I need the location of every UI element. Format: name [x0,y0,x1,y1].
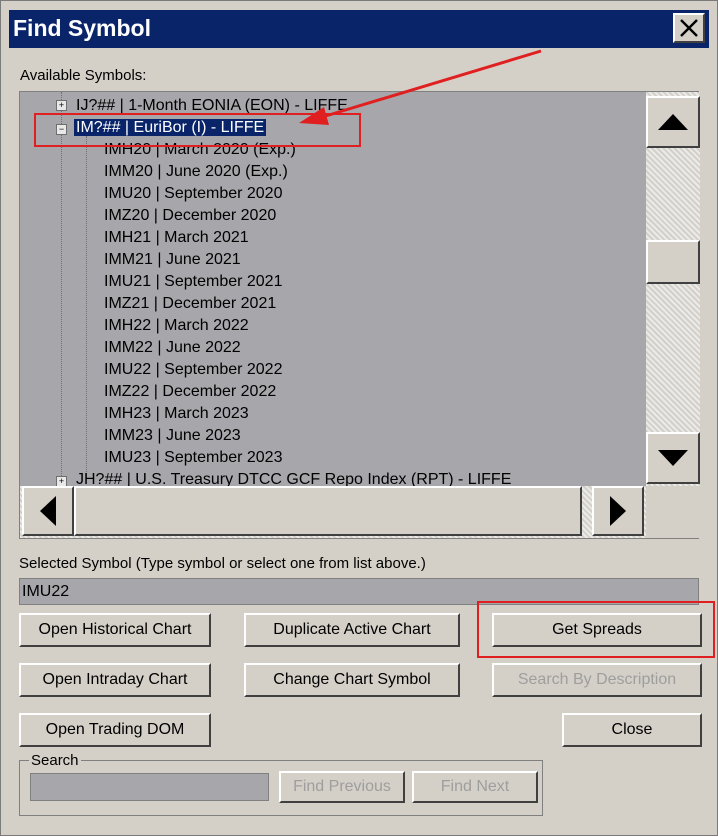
annotation-arrow [299,49,542,125]
find-symbol-dialog: Find Symbol Available Symbols: + IJ?## |… [0,0,718,836]
